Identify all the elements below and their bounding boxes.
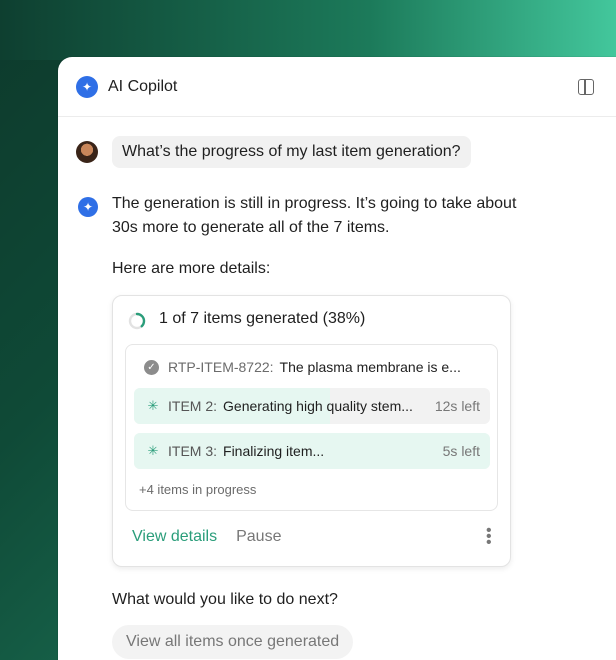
item-description: Finalizing item... — [223, 443, 325, 459]
user-message: What’s the progress of my last item gene… — [112, 136, 471, 168]
next-question: What would you like to do next? — [112, 591, 338, 608]
spinner-icon: ✳ — [147, 398, 159, 413]
item-label: ITEM 3: — [168, 443, 218, 459]
background-gradient — [0, 0, 616, 60]
more-options-icon[interactable]: • • • — [486, 523, 492, 551]
progress-card: 1 of 7 items generated (38%) ✓ RTP-ITEM-… — [112, 295, 511, 567]
sparkle-icon: ✦ — [76, 75, 98, 98]
item-code: RTP-ITEM-8722: — [168, 359, 274, 375]
item-time-left: 5s left — [442, 443, 480, 459]
progress-ring-icon — [128, 312, 146, 330]
sidebar-toggle-icon[interactable] — [578, 79, 594, 95]
view-details-button[interactable]: View details — [132, 528, 217, 546]
suggestion-chip[interactable]: View all items once generated — [112, 625, 354, 659]
item-description: The plasma membrane is e... — [279, 359, 461, 375]
check-icon: ✓ — [144, 359, 159, 375]
progress-title: 1 of 7 items generated (38%) — [159, 310, 366, 327]
completed-item[interactable]: ✓ RTP-ITEM-8722: The plasma membrane is … — [144, 359, 461, 375]
user-avatar — [76, 141, 98, 163]
copilot-panel: ✦ AI Copilot ✕ What’s the progress of my… — [58, 57, 616, 660]
item-time-left: 12s left — [434, 398, 480, 414]
assistant-reply: The generation is still in progress. It’… — [112, 195, 517, 236]
details-label: Here are more details: — [112, 260, 271, 277]
item-description: Generating high quality stem... — [223, 398, 413, 414]
panel-title: AI Copilot — [108, 77, 178, 95]
item-row-3[interactable]: ✳ ITEM 3: Finalizing item... 5s left — [134, 433, 490, 469]
pause-button[interactable]: Pause — [236, 528, 281, 546]
item-label: ITEM 2: — [168, 398, 218, 414]
assistant-sparkle-icon: ✦ — [78, 197, 98, 217]
card-actions: View details Pause — [132, 528, 281, 546]
more-items-text: +4 items in progress — [139, 482, 257, 497]
spinner-icon: ✳ — [147, 443, 159, 458]
item-row-2[interactable]: ✳ ITEM 2: Generating high quality stem..… — [134, 388, 490, 424]
items-list: ✓ RTP-ITEM-8722: The plasma membrane is … — [125, 344, 498, 511]
panel-header: ✦ AI Copilot ✕ — [58, 57, 616, 117]
